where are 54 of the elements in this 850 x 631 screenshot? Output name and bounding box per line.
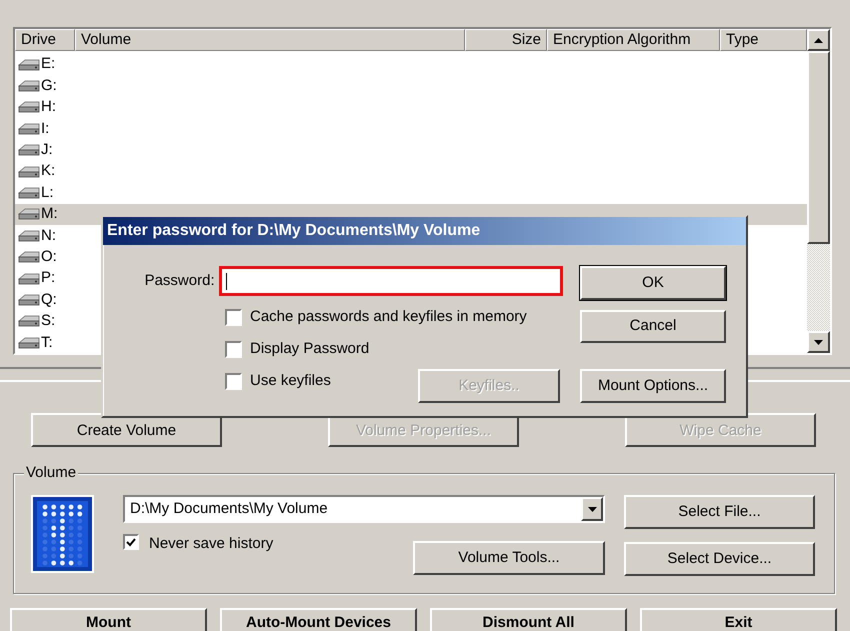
checkbox-label: Display Password [250,338,370,359]
dialog-button[interactable]: Cancel [580,310,726,343]
dialog-button[interactable]: OK [580,266,726,300]
checkbox-label: Use keyfiles [250,370,331,391]
volume-path: D:\My Documents\My Volume [129,498,329,519]
up-arrow-icon [814,38,823,42]
checkbox-label: Cache passwords and keyfiles in memory [250,306,527,327]
action-button[interactable]: Mount [10,608,207,631]
checkbox-label: Never save history [149,534,274,554]
action-button[interactable]: Auto-Mount Devices [220,608,417,631]
select-device-button[interactable]: Select Device... [624,542,815,576]
volume-path-combo[interactable]: D:\My Documents\My Volume [123,495,605,523]
drive-icon [17,230,41,242]
checkbox[interactable] [225,308,242,326]
checkbox[interactable] [225,340,242,358]
scroll-thumb[interactable] [807,51,830,244]
scrollbar[interactable] [807,29,830,353]
dropdown-button[interactable] [581,497,603,521]
action-button[interactable]: Exit [640,608,837,631]
drive-icon [17,187,41,200]
scroll-up-button[interactable] [807,29,830,51]
volume-tools-button[interactable]: Volume Tools... [413,541,605,575]
drive-icon [17,122,41,135]
drive-icon [17,294,41,306]
checkbox[interactable] [225,372,242,390]
drive-icon [17,272,41,285]
down-arrow-icon [588,506,596,512]
column-header[interactable]: Type [720,29,807,51]
drive-icon [17,208,41,220]
drive-icon [17,251,41,264]
dialog-button[interactable]: Mount Options... [580,369,726,403]
password-label: Password: [144,270,215,291]
drive-icon [17,144,41,156]
drive-icon [17,166,41,178]
drive-icon [17,80,41,92]
select-file-button[interactable]: Select File... [624,495,815,529]
toolbar-button[interactable]: Create Volume [31,413,222,447]
drive-icon [17,336,41,349]
logo-icon [31,495,94,573]
down-arrow-icon [814,340,823,344]
column-header[interactable]: Encryption Algorithm [547,29,720,51]
drive-icon [17,101,41,114]
column-header[interactable]: Size [465,29,547,51]
column-header[interactable]: Volume [75,29,465,51]
drive-icon [17,315,41,328]
drive-icon [17,58,41,71]
action-button[interactable]: Dismount All [430,608,627,631]
checkbox[interactable] [123,534,139,550]
dialog-title-bar: Enter password for D:\My Documents\My Volume [103,217,746,245]
checkmark-icon [126,538,136,546]
column-header[interactable]: Drive [15,29,75,51]
scroll-down-button[interactable] [807,331,830,353]
text-cursor [226,272,227,290]
password-field[interactable] [218,266,563,296]
